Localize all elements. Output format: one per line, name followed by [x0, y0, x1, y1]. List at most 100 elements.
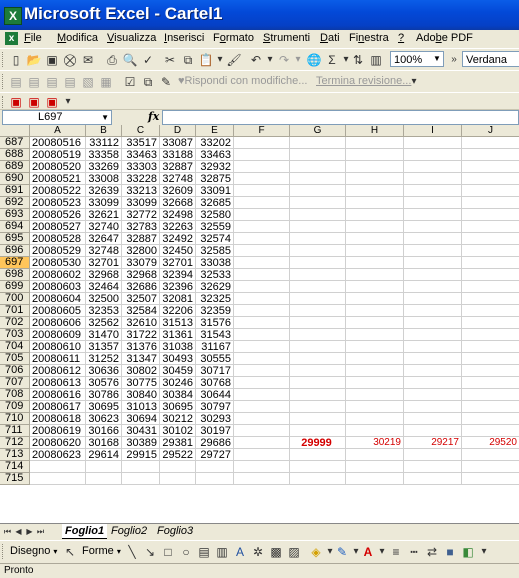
- cell-j711[interactable]: [462, 425, 519, 437]
- cell-a687[interactable]: 20080516: [30, 137, 86, 149]
- cell-b700[interactable]: 32500: [86, 293, 122, 305]
- sheet-tab-foglio3[interactable]: Foglio3: [154, 524, 196, 538]
- cell-b699[interactable]: 32464: [86, 281, 122, 293]
- shadow-style-icon[interactable]: ■: [442, 544, 458, 560]
- line-icon[interactable]: ╲: [124, 544, 140, 560]
- cell-f708[interactable]: [234, 389, 290, 401]
- cell-c689[interactable]: 33303: [122, 161, 160, 173]
- cell-d693[interactable]: 32498: [160, 209, 196, 221]
- cell-c707[interactable]: 30775: [122, 377, 160, 389]
- document-icon[interactable]: x: [5, 32, 18, 45]
- cell-a702[interactable]: 20080606: [30, 317, 86, 329]
- cell-i700[interactable]: [404, 293, 462, 305]
- email-icon[interactable]: ✉: [80, 52, 96, 68]
- cell-h692[interactable]: [346, 197, 404, 209]
- cell-f698[interactable]: [234, 269, 290, 281]
- cell-d715[interactable]: [160, 473, 196, 485]
- cell-b701[interactable]: 32353: [86, 305, 122, 317]
- cell-g698[interactable]: [290, 269, 346, 281]
- zoom-select[interactable]: 100% ▼: [390, 51, 444, 67]
- cell-j704[interactable]: [462, 341, 519, 353]
- chevron-down-icon[interactable]: ▼: [101, 111, 109, 124]
- cell-a700[interactable]: 20080604: [30, 293, 86, 305]
- cell-b689[interactable]: 33269: [86, 161, 122, 173]
- cell-g706[interactable]: [290, 365, 346, 377]
- menu-visualizza[interactable]: Visualizza: [107, 32, 156, 44]
- menu-modifica[interactable]: Modifica: [57, 32, 98, 44]
- cell-f709[interactable]: [234, 401, 290, 413]
- cell-i698[interactable]: [404, 269, 462, 281]
- cell-e710[interactable]: 30293: [196, 413, 234, 425]
- cell-b706[interactable]: 30636: [86, 365, 122, 377]
- cell-b687[interactable]: 33112: [86, 137, 122, 149]
- cell-j701[interactable]: [462, 305, 519, 317]
- cell-j691[interactable]: [462, 185, 519, 197]
- cell-i710[interactable]: [404, 413, 462, 425]
- text-box-icon[interactable]: ▤: [196, 544, 212, 560]
- cell-c699[interactable]: 32686: [122, 281, 160, 293]
- cell-c697[interactable]: 33079: [122, 257, 160, 269]
- cell-h706[interactable]: [346, 365, 404, 377]
- cell-d713[interactable]: 29522: [160, 449, 196, 461]
- end-review-button[interactable]: Termina revisione...: [316, 75, 411, 87]
- cell-e693[interactable]: 32580: [196, 209, 234, 221]
- cell-g690[interactable]: [290, 173, 346, 185]
- cell-c692[interactable]: 33099: [122, 197, 160, 209]
- cell-a715[interactable]: [30, 473, 86, 485]
- cell-g711[interactable]: [290, 425, 346, 437]
- cell-c702[interactable]: 32610: [122, 317, 160, 329]
- review-icon-5[interactable]: ▧: [80, 74, 96, 90]
- cell-d699[interactable]: 32396: [160, 281, 196, 293]
- cell-h704[interactable]: [346, 341, 404, 353]
- cell-j687[interactable]: [462, 137, 519, 149]
- rectangle-icon[interactable]: □: [160, 544, 176, 560]
- cell-g689[interactable]: [290, 161, 346, 173]
- cell-e696[interactable]: 32585: [196, 245, 234, 257]
- menu-dati[interactable]: Dati: [320, 32, 340, 44]
- cell-h700[interactable]: [346, 293, 404, 305]
- cell-j699[interactable]: [462, 281, 519, 293]
- cell-b691[interactable]: 32639: [86, 185, 122, 197]
- cell-f692[interactable]: [234, 197, 290, 209]
- cell-h715[interactable]: [346, 473, 404, 485]
- cell-e694[interactable]: 32559: [196, 221, 234, 233]
- cell-a710[interactable]: 20080618: [30, 413, 86, 425]
- cell-b707[interactable]: 30576: [86, 377, 122, 389]
- copy-icon[interactable]: ⧉: [180, 52, 196, 68]
- cell-d688[interactable]: 33188: [160, 149, 196, 161]
- cell-g714[interactable]: [290, 461, 346, 473]
- review-icon-6[interactable]: ▦: [98, 74, 114, 90]
- reply-with-changes-button[interactable]: ♥Rispondi con modifiche...: [178, 75, 307, 87]
- cell-b702[interactable]: 32562: [86, 317, 122, 329]
- cell-g691[interactable]: [290, 185, 346, 197]
- cell-h712[interactable]: 30219: [346, 437, 404, 449]
- cell-b711[interactable]: 30166: [86, 425, 122, 437]
- cell-i692[interactable]: [404, 197, 462, 209]
- cell-h696[interactable]: [346, 245, 404, 257]
- cell-d698[interactable]: 32394: [160, 269, 196, 281]
- cell-b696[interactable]: 32748: [86, 245, 122, 257]
- cell-g704[interactable]: [290, 341, 346, 353]
- cell-j705[interactable]: [462, 353, 519, 365]
- autoshapes-menu-button[interactable]: Forme ▾: [82, 545, 121, 557]
- pdf-toolbar-options-icon[interactable]: ▾: [60, 94, 76, 110]
- cell-c695[interactable]: 32887: [122, 233, 160, 245]
- cell-c711[interactable]: 30431: [122, 425, 160, 437]
- cell-i709[interactable]: [404, 401, 462, 413]
- arrow-icon[interactable]: ↘: [142, 544, 158, 560]
- cell-d704[interactable]: 31038: [160, 341, 196, 353]
- cell-g707[interactable]: [290, 377, 346, 389]
- cell-c698[interactable]: 32968: [122, 269, 160, 281]
- cell-i691[interactable]: [404, 185, 462, 197]
- cell-g708[interactable]: [290, 389, 346, 401]
- cell-h714[interactable]: [346, 461, 404, 473]
- cell-c688[interactable]: 33463: [122, 149, 160, 161]
- save-icon[interactable]: ▣: [44, 52, 60, 68]
- cell-g703[interactable]: [290, 329, 346, 341]
- column-header-e[interactable]: E: [196, 125, 234, 137]
- cell-g692[interactable]: [290, 197, 346, 209]
- cell-c693[interactable]: 32772: [122, 209, 160, 221]
- cell-a712[interactable]: 20080620: [30, 437, 86, 449]
- cell-f701[interactable]: [234, 305, 290, 317]
- cell-d694[interactable]: 32263: [160, 221, 196, 233]
